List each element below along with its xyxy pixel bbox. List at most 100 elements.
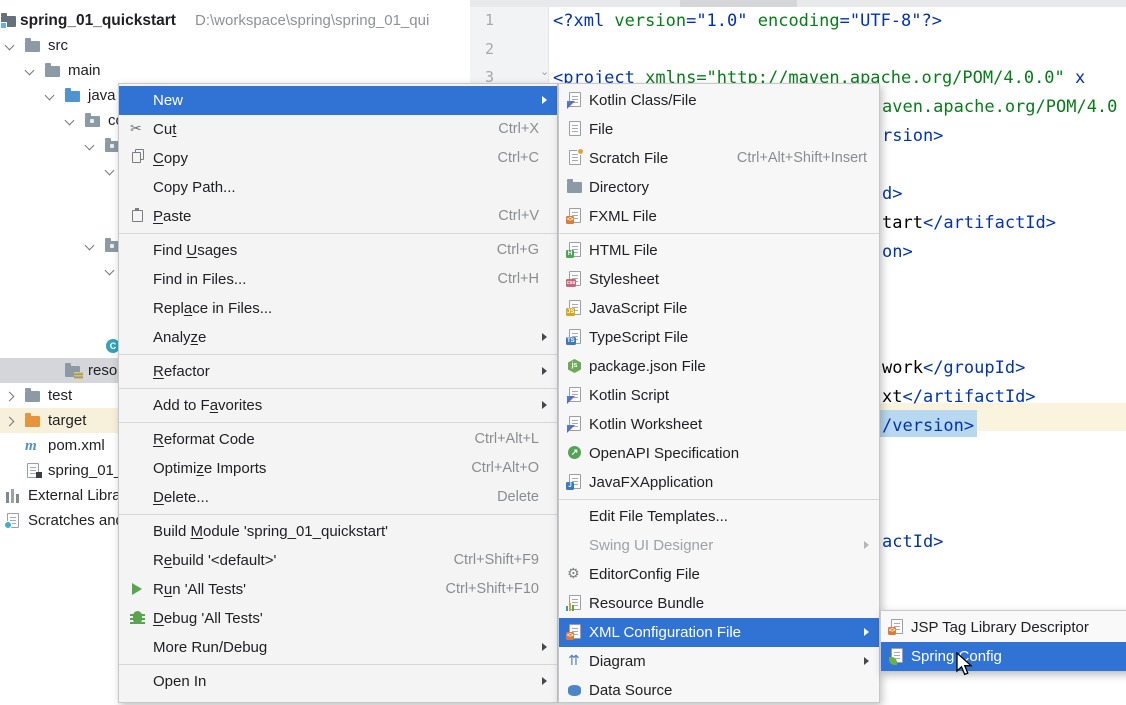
menu-item-paste[interactable]: PasteCtrl+V (119, 202, 557, 231)
menu-item-label: Kotlin Worksheet (589, 410, 702, 439)
menu-item-package-json-file[interactable]: jspackage.json File (559, 352, 879, 381)
chevron-right-icon[interactable] (5, 392, 15, 402)
tree-item-main[interactable]: main (0, 58, 470, 83)
js-icon: JS (566, 299, 584, 317)
menu-item-new[interactable]: New (119, 86, 557, 115)
menu-item-edit-file-templates[interactable]: Edit File Templates... (559, 502, 879, 531)
menu-item-data-source[interactable]: Data Source (559, 676, 879, 705)
menu-item-label: JavaScript File (589, 294, 687, 323)
menu-item-jsp-tag-library-descriptor[interactable]: <> JSP Tag Library Descriptor (881, 613, 1126, 642)
menu-separator (119, 514, 557, 515)
menu-item-spring-config[interactable]: Spring Config (881, 642, 1126, 671)
menu-item-html-file[interactable]: HHTML File (559, 236, 879, 265)
chevron-down-icon[interactable] (45, 91, 55, 101)
menu-item-replace-in-files[interactable]: Replace in Files... (119, 294, 557, 323)
kotlin-icon (566, 386, 584, 404)
iml-icon (24, 462, 42, 480)
chevron-down-icon[interactable] (25, 66, 35, 76)
menu-item-scratch-file[interactable]: Scratch FileCtrl+Alt+Shift+Insert (559, 144, 879, 173)
menu-item-fxml-file[interactable]: <>FXML File (559, 202, 879, 231)
menu-item-label: Edit File Templates... (589, 502, 728, 531)
menu-item-shortcut: Ctrl+X (498, 115, 539, 144)
menu-item-label: Diagram (589, 647, 646, 676)
folder-res-icon (64, 362, 82, 380)
menu-item-reformat-code[interactable]: Reformat CodeCtrl+Alt+L (119, 425, 557, 454)
menu-item-run-all-tests[interactable]: Run 'All Tests'Ctrl+Shift+F10 (119, 575, 557, 604)
menu-item-directory[interactable]: Directory (559, 173, 879, 202)
menu-item-find-usages[interactable]: Find UsagesCtrl+G (119, 236, 557, 265)
menu-item-optimize-imports[interactable]: Optimize ImportsCtrl+Alt+O (119, 454, 557, 483)
menu-item-typescript-file[interactable]: TSTypeScript File (559, 323, 879, 352)
menu-item-refactor[interactable]: Refactor (119, 357, 557, 386)
menu-item-find-in-files[interactable]: Find in Files...Ctrl+H (119, 265, 557, 294)
tree-item-project-root[interactable]: spring_01_quickstartD:\workspace\spring\… (0, 8, 470, 33)
menu-item-label: Delete... (153, 483, 209, 512)
menu-separator (559, 233, 879, 234)
tree-item-src[interactable]: src (0, 33, 470, 58)
menu-item-swing-ui-designer[interactable]: Swing UI Designer (559, 531, 879, 560)
kotlin-icon (566, 415, 584, 433)
menu-item-shortcut: Delete (497, 483, 539, 512)
menu-item-build-module-spring-01-quickstart[interactable]: Build Module 'spring_01_quickstart' (119, 517, 557, 546)
menu-item-label: Build Module 'spring_01_quickstart' (153, 517, 388, 546)
menu-item-more-run-debug[interactable]: More Run/Debug (119, 633, 557, 662)
menu-item-javascript-file[interactable]: JS JavaScript File (559, 294, 879, 323)
xml-config-submenu: <> JSP Tag Library DescriptorSpring Confi… (880, 610, 1126, 672)
context-menu: New✂CutCtrl+XCopyCtrl+CCopy Path...Paste… (118, 83, 558, 703)
project-icon (0, 12, 18, 30)
menu-item-diagram[interactable]: ⇈Diagram (559, 647, 879, 676)
chevron-down-icon[interactable] (105, 166, 115, 176)
menu-item-label: JavaFXApplication (589, 468, 713, 497)
xml-icon: <> (888, 618, 906, 636)
kotlin-icon (566, 91, 584, 109)
code-run: version (614, 11, 686, 31)
menu-item-openapi-specification[interactable]: ↗OpenAPI Specification (559, 439, 879, 468)
menu-item-debug-all-tests[interactable]: Debug 'All Tests' (119, 604, 557, 633)
menu-item-shortcut: Ctrl+Alt+Shift+Insert (737, 144, 867, 173)
menu-item-label: HTML File (589, 236, 658, 265)
ts-icon: TS (566, 328, 584, 346)
menu-item-cut[interactable]: ✂CutCtrl+X (119, 115, 557, 144)
folder-blue-icon (64, 87, 82, 105)
code-run: actId> (882, 532, 943, 552)
fold-marker-icon[interactable]: ⌄ (540, 65, 549, 78)
scratches-icon (4, 512, 22, 530)
menu-item-add-to-favorites[interactable]: Add to Favorites (119, 391, 557, 420)
menu-item-resource-bundle[interactable]: Resource Bundle (559, 589, 879, 618)
menu-item-label: JSP Tag Library Descriptor (911, 613, 1089, 642)
code-run: /version> (882, 416, 974, 436)
menu-item-analyze[interactable]: Analyze (119, 323, 557, 352)
dir-icon (566, 178, 584, 196)
menu-item-copy-path[interactable]: Copy Path... (119, 173, 557, 202)
menu-item-xml-configuration-file[interactable]: <>XML Configuration File (559, 618, 879, 647)
chevron-down-icon[interactable] (65, 116, 75, 126)
chevron-down-icon[interactable] (105, 266, 115, 276)
menu-item-open-in[interactable]: Open In (119, 667, 557, 696)
menu-item-rebuild-default[interactable]: Rebuild '<default>'Ctrl+Shift+F9 (119, 546, 557, 575)
code-fragment: tart</artifactId> (882, 213, 1056, 233)
code-run: d> (882, 184, 902, 204)
menu-item-shortcut: Ctrl+Shift+F10 (446, 575, 540, 604)
menu-item-label: Add to Favorites (153, 391, 262, 420)
folder-pkg-icon (84, 112, 102, 130)
chevron-down-icon[interactable] (85, 141, 95, 151)
menu-item-javafxapplication[interactable]: JJavaFXApplication (559, 468, 879, 497)
menu-item-copy[interactable]: CopyCtrl+C (119, 144, 557, 173)
menu-item-editorconfig-file[interactable]: ⚙EditorConfig File (559, 560, 879, 589)
menu-item-shortcut: Ctrl+Alt+O (471, 454, 539, 483)
menu-separator (119, 233, 557, 234)
menu-item-stylesheet[interactable]: cssStylesheet (559, 265, 879, 294)
folder-orange-icon (24, 412, 42, 430)
code-fragment: xt</artifactId> (882, 387, 1036, 407)
chevron-right-icon[interactable] (5, 417, 15, 427)
menu-item-kotlin-worksheet[interactable]: Kotlin Worksheet (559, 410, 879, 439)
chevron-down-icon[interactable] (5, 41, 15, 51)
code-fragment: /version> (882, 416, 974, 436)
chevron-down-icon[interactable] (85, 241, 95, 251)
menu-item-label: Refactor (153, 357, 210, 386)
menu-item-file[interactable]: File (559, 115, 879, 144)
code-run: xt (882, 387, 902, 407)
menu-item-kotlin-script[interactable]: Kotlin Script (559, 381, 879, 410)
menu-item-delete[interactable]: Delete... Delete (119, 483, 557, 512)
menu-item-kotlin-class-file[interactable]: Kotlin Class/File (559, 86, 879, 115)
